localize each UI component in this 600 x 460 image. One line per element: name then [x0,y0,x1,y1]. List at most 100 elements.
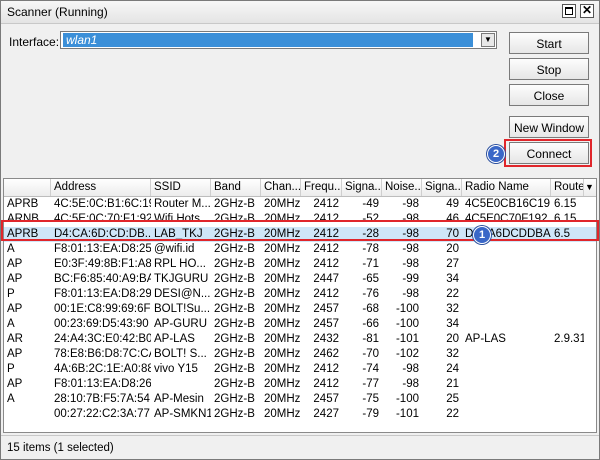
cell-address: 28:10:7B:F5:7A:54 [54,393,150,405]
column-header-frequency[interactable]: Frequ... [301,179,342,196]
cell-routeros-version [551,407,584,422]
cell-address: BC:F6:85:40:A9:BA [54,273,151,285]
cell-band: 2GHz-B [214,333,255,345]
maximize-icon[interactable] [562,4,576,18]
cell-noise-floor: -98 [402,258,419,270]
cell-noise-floor: -99 [402,273,419,285]
cell-signal-to-noise: 22 [446,288,459,300]
table-row[interactable]: A F8:01:13:EA:D8:25 @wifi.id 2GHz-B 20MHz 241… [4,242,596,257]
cell-channel-width: 20MHz [264,393,301,405]
column-header-radio-name[interactable]: Radio Name [462,179,551,196]
table-row[interactable]: AP F8:01:13:EA:D8:26 2GHz-B 20MHz 2412 -77 -98… [4,377,596,392]
cell-routeros-version [551,347,584,362]
cell-radio-name [462,377,551,392]
cell-signal-strength: -79 [362,408,379,420]
cell-channel-width: 20MHz [264,333,301,345]
cell-band: 2GHz-B [214,273,255,285]
cell-ssid: AP-GURU [154,318,208,330]
cell-noise-floor: -101 [395,408,419,420]
cell-address: F8:01:13:EA:D8:29 [54,288,151,300]
cell-flags: APRB [7,198,39,210]
cell-address: F8:01:13:EA:D8:26 [54,378,151,390]
table-row[interactable]: AP E0:3F:49:8B:F1:A8 RPL HO... 2GHz-B 20MHz 2… [4,257,596,272]
table-row[interactable]: P F8:01:13:EA:D8:29 DESI@N... 2GHz-B 20MHz 24… [4,287,596,302]
column-header-signal-to-noise[interactable]: Signa... [422,179,462,196]
cell-frequency: 2412 [313,258,339,270]
new-window-button[interactable]: New Window [509,116,589,138]
cell-signal-strength: -81 [362,333,379,345]
table-row[interactable]: APRB 4C:5E:0C:B1:6C:19 Router M... 2GHz-B 20… [4,197,596,212]
cell-flags: AP [7,273,23,285]
cell-frequency: 2457 [313,393,339,405]
cell-address: 4C:5E:0C:B1:6C:19 [54,198,151,210]
cell-ssid: AP-Mesin [154,393,204,405]
table-row[interactable]: AR 24:A4:3C:E0:42:B0 AP-LAS 2GHz-B 20MHz 2432… [4,332,596,347]
cell-flags: P [7,288,15,300]
cell-flags: AP [7,258,23,270]
start-button[interactable]: Start [509,32,589,54]
cell-noise-floor: -101 [395,333,419,345]
status-bar: 15 items (1 selected) [1,435,599,459]
column-header-signal-strength[interactable]: Signa... [342,179,382,196]
cell-band: 2GHz-B [214,258,255,270]
cell-noise-floor: -98 [402,363,419,375]
column-header-band[interactable]: Band [211,179,261,196]
scan-results-table[interactable]: Address SSID Band Chan... Frequ... Signa... No… [3,178,597,433]
column-header-routeros-version[interactable]: Route [551,179,584,196]
cell-flags [4,407,51,422]
column-header-address[interactable]: Address [51,179,151,196]
cell-band: 2GHz-B [214,318,255,330]
cell-ssid: @wifi.id [154,243,195,255]
cell-radio-name [462,362,551,377]
cell-routeros-version [551,272,584,287]
cell-noise-floor: -100 [395,393,419,405]
cell-signal-strength: -65 [362,273,379,285]
column-header-noise-floor[interactable]: Noise... [382,179,422,196]
interface-select[interactable]: wlan1 ▼ [60,31,497,49]
column-header-channel-width[interactable]: Chan... [261,179,301,196]
table-row[interactable]: AP 00:1E:C8:99:69:6F BOLT!Su... 2GHz-B 20MHz… [4,302,596,317]
table-row[interactable]: A 00:23:69:D5:43:90 AP-GURU 2GHz-B 20MHz 2457… [4,317,596,332]
table-row[interactable]: 00:27:22:C2:3A:77 AP-SMKN1 2GHz-B 20MHz 2427… [4,407,596,422]
cell-frequency: 2462 [313,348,339,360]
cell-band: 2GHz-B [214,378,255,390]
close-window-button[interactable]: ✕ [580,3,594,18]
dropdown-arrow-icon[interactable]: ▼ [481,33,495,47]
cell-frequency: 2412 [313,363,339,375]
table-row[interactable]: AP 78:E8:B6:D8:7C:CA BOLT! S... 2GHz-B 20MHz… [4,347,596,362]
table-row[interactable]: P 4A:6B:2C:1E:A0:88 vivo Y15 2GHz-B 20MHz 241… [4,362,596,377]
window-title: Scanner (Running) [7,5,108,19]
cell-radio-name [462,392,551,407]
cell-band: 2GHz-B [214,348,255,360]
title-bar[interactable]: Scanner (Running) ✕ [1,1,599,24]
cell-noise-floor: -100 [395,303,419,315]
cell-flags: AP [7,378,23,390]
cell-address: 78:E8:B6:D8:7C:CA [54,348,151,360]
cell-routeros-version [551,377,584,392]
cell-signal-strength: -74 [362,363,379,375]
column-header-flags[interactable] [4,179,51,196]
cell-signal-strength: -70 [362,348,379,360]
cell-channel-width: 20MHz [264,273,301,285]
cell-channel-width: 20MHz [264,288,301,300]
cell-ssid: TKJGURU [154,273,209,285]
cell-channel-width: 20MHz [264,258,301,270]
cell-ssid: vivo Y15 [154,363,198,375]
close-button[interactable]: Close [509,84,589,106]
cell-signal-to-noise: 49 [446,198,459,210]
column-header-ssid[interactable]: SSID [151,179,211,196]
cell-routeros-version [551,362,584,377]
stop-button[interactable]: Stop [509,58,589,80]
selected-row-highlight [1,220,599,241]
cell-signal-strength: -78 [362,243,379,255]
cell-frequency: 2412 [313,288,339,300]
cell-ssid: BOLT! S... [154,348,207,360]
cell-frequency: 2412 [313,378,339,390]
cell-routeros-version [551,287,584,302]
column-menu-icon[interactable]: ▼ [583,179,596,196]
cell-signal-to-noise: 34 [446,318,459,330]
table-row[interactable]: AP BC:F6:85:40:A9:BA TKJGURU 2GHz-B 20MHz 244… [4,272,596,287]
table-row[interactable]: A 28:10:7B:F5:7A:54 AP-Mesin 2GHz-B 20MHz 245… [4,392,596,407]
step-badge-2: 2 [487,145,505,163]
cell-radio-name [462,272,551,287]
